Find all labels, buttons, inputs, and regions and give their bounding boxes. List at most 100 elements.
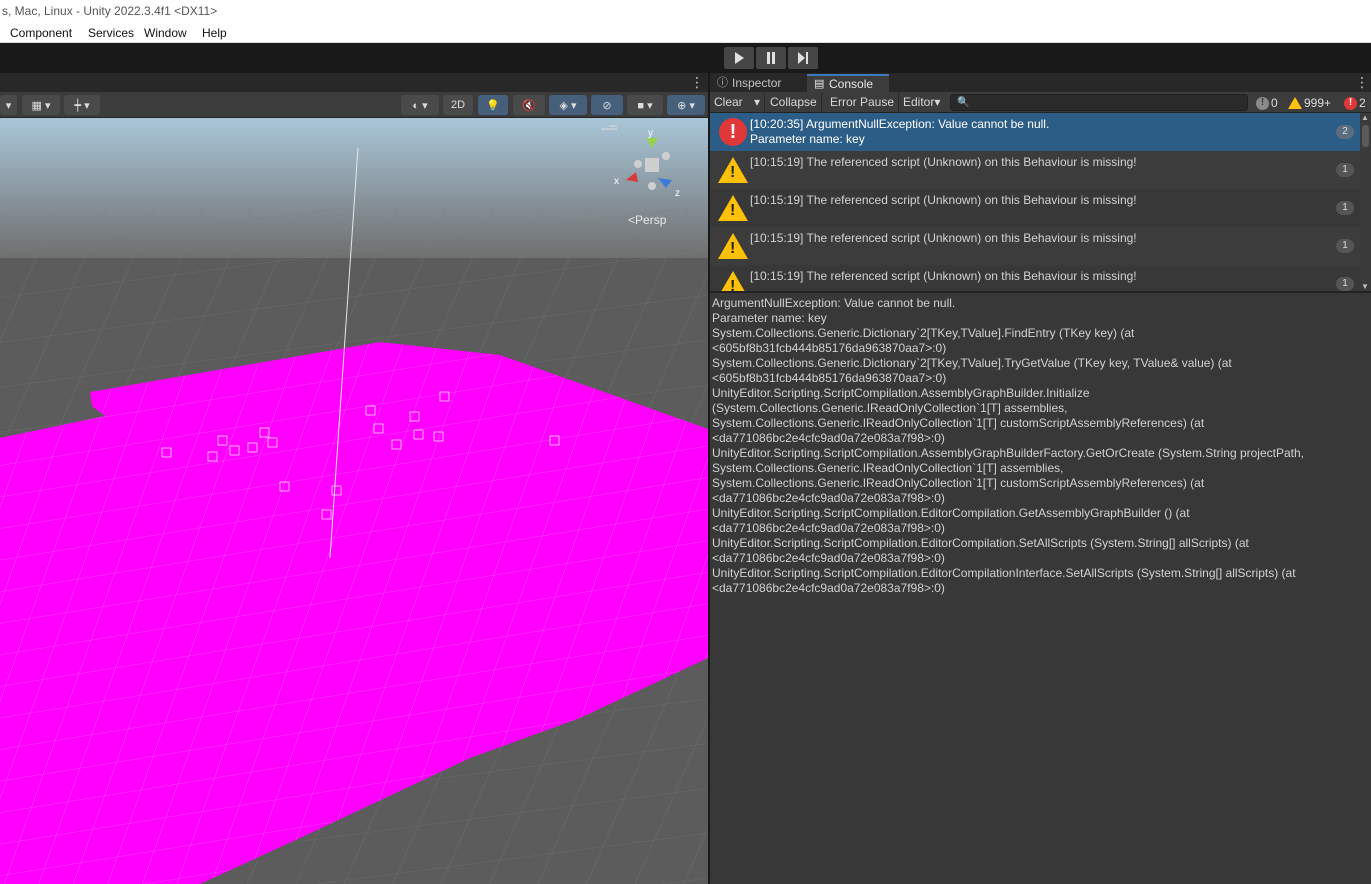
pause-icon [767,52,775,64]
tab-console[interactable]: ▤ Console [807,74,889,92]
error-count: 2 [1359,96,1366,110]
scene-toolbar: ▾ ▦ ▾ ┿ ▾ ◐ ▾ 2D 💡 🔇 ◈ ▾ ⊘ ■ ▾ ⊕ ▾ [0,92,708,118]
error-filter-toggle[interactable]: ! 2 [1344,94,1366,112]
layers-icon: ◈ ▾ [559,99,577,112]
log-count-badge: 1 [1336,163,1354,177]
editor-dropdown[interactable]: Editor▾ [899,93,944,112]
chevron-down-icon: ▾ [754,95,761,109]
scrollbar-thumb[interactable] [1362,125,1369,147]
tab-console-label: Console [829,77,874,91]
gizmo-y-label: y [648,128,653,139]
warning-icon: ! [718,195,748,221]
log-message: [10:15:19] The referenced script (Unknow… [750,269,1137,283]
log-list-scrollbar[interactable]: ▲ ▼ [1360,113,1371,291]
log-count-badge: 1 [1336,239,1354,253]
scene-canvas[interactable]: y x z <Persp [0,118,708,884]
clear-options-dropdown[interactable]: ▾ [750,93,766,112]
scene-viewport[interactable]: y x z <Persp [0,118,708,884]
toggle-2d-button[interactable]: 2D [443,95,473,115]
warning-icon: ! [718,157,748,183]
eye-slash-icon: ⊘ [602,99,612,112]
info-count: 0 [1271,96,1278,110]
log-count-badge: 1 [1336,277,1354,291]
panel-tab-bar: ⓘ Inspector ▤ Console ⋮ [710,73,1371,92]
warning-icon [1288,97,1302,109]
play-button[interactable] [724,47,754,69]
stack-trace-panel: ArgumentNullException: Value cannot be n… [710,293,1371,884]
log-message: [10:15:19] The referenced script (Unknow… [750,155,1137,169]
warning-filter-toggle[interactable]: 999+ [1288,94,1331,112]
gizmo-neg-y[interactable] [648,182,656,190]
scroll-down-icon[interactable]: ▼ [1361,282,1369,291]
lighting-toggle[interactable]: 💡 [478,95,508,115]
ruler-icon: ┿ ▾ [74,99,90,112]
log-count-badge: 2 [1336,125,1354,139]
clear-button[interactable]: Clear [710,93,747,112]
menu-item-window[interactable]: Window [144,23,187,43]
audio-toggle[interactable]: 🔇 [513,95,545,115]
increment-snap-button[interactable]: ┿ ▾ [64,95,100,115]
mute-icon: 🔇 [522,99,536,112]
menu-item-help[interactable]: Help [202,23,227,43]
log-message: [10:15:19] The referenced script (Unknow… [750,231,1137,245]
tab-inspector[interactable]: ⓘ Inspector [710,74,806,92]
tab-inspector-label: Inspector [732,76,782,90]
step-icon [798,52,808,64]
pause-button[interactable] [756,47,786,69]
gizmo-neg-x[interactable] [662,152,670,160]
effects-toggle[interactable]: ◈ ▾ [549,95,587,115]
gizmo-neg-z[interactable] [634,160,642,168]
play-controls [724,47,818,69]
lightbulb-icon: 💡 [486,99,500,112]
console-search-input[interactable]: 🔍 [950,94,1248,111]
log-message: [10:20:35] ArgumentNullException: Value … [750,117,1049,147]
log-count-badge: 1 [1336,201,1354,215]
console-toolbar: Clear ▾ Collapse Error Pause Editor▾ 🔍 !… [710,92,1371,113]
error-pause-button[interactable]: Error Pause [826,93,900,112]
grid-snap-button[interactable]: ▦ ▾ [22,95,60,115]
menu-item-services[interactable]: Services [88,23,134,43]
gizmos-button[interactable]: ⊕ ▾ [667,95,705,115]
projection-toggle[interactable]: <Persp [628,213,667,227]
play-toolbar [0,43,1371,73]
scene-visibility-toggle[interactable]: ⊘ [591,95,623,115]
log-entry-warning[interactable]: ! [10:15:19] The referenced script (Unkn… [710,151,1360,189]
log-entry-error[interactable]: ! [10:20:35] ArgumentNullException: Valu… [710,113,1360,151]
sphere-icon: ◐ ▾ [412,99,428,112]
play-icon [735,52,744,64]
log-entry-warning[interactable]: ! [10:15:19] The referenced script (Unkn… [710,227,1360,265]
camera-icon: ■ ▾ [637,99,653,112]
gizmo-center-cube[interactable] [645,158,659,172]
gizmo-z-label: z [675,188,680,199]
window-title: s, Mac, Linux - Unity 2022.3.4f1 <DX11> [0,0,1371,23]
log-entry-warning[interactable]: ! [10:15:19] The referenced script (Unkn… [710,189,1360,227]
shading-mode-button[interactable]: ◐ ▾ [401,95,439,115]
log-line-2: Parameter name: key [750,132,865,146]
log-line-1: [10:20:35] ArgumentNullException: Value … [750,117,1050,131]
console-panel: ⓘ Inspector ▤ Console ⋮ Clear ▾ Collapse… [710,73,1371,884]
collapse-button[interactable]: Collapse [766,93,822,112]
globe-icon: ⊕ ▾ [677,99,695,112]
search-icon: 🔍 [957,97,970,108]
console-more-icon[interactable]: ⋮ [1355,75,1369,89]
scene-more-icon[interactable]: ⋮ [690,75,704,89]
draw-mode-dropdown[interactable]: ▾ [0,95,17,115]
console-log-list: ! [10:20:35] ArgumentNullException: Valu… [710,113,1371,291]
warning-icon: ! [718,233,748,259]
warning-icon: ! [718,271,748,291]
scene-camera-button[interactable]: ■ ▾ [627,95,663,115]
log-entry-warning[interactable]: ! [10:15:19] The referenced script (Unkn… [710,265,1360,291]
error-icon: ! [719,118,747,146]
scene-view: ⋮ ▾ ▦ ▾ ┿ ▾ ◐ ▾ 2D 💡 🔇 ◈ ▾ ⊘ ■ ▾ ⊕ ▾ y x… [0,73,708,884]
step-button[interactable] [788,47,818,69]
scroll-up-icon[interactable]: ▲ [1361,113,1369,122]
menu-item-component[interactable]: Component [10,23,72,43]
log-message: [10:15:19] The referenced script (Unknow… [750,193,1137,207]
menu-bar: Component Services Window Help [0,23,1371,43]
chevron-down-icon: ▾ [934,95,941,109]
console-icon: ▤ [814,78,825,90]
grid-icon: ▦ ▾ [31,99,51,112]
info-filter-toggle[interactable]: ! 0 [1256,94,1278,112]
error-circle-icon: ! [1344,96,1357,110]
info-circle-icon: ! [1256,96,1269,110]
